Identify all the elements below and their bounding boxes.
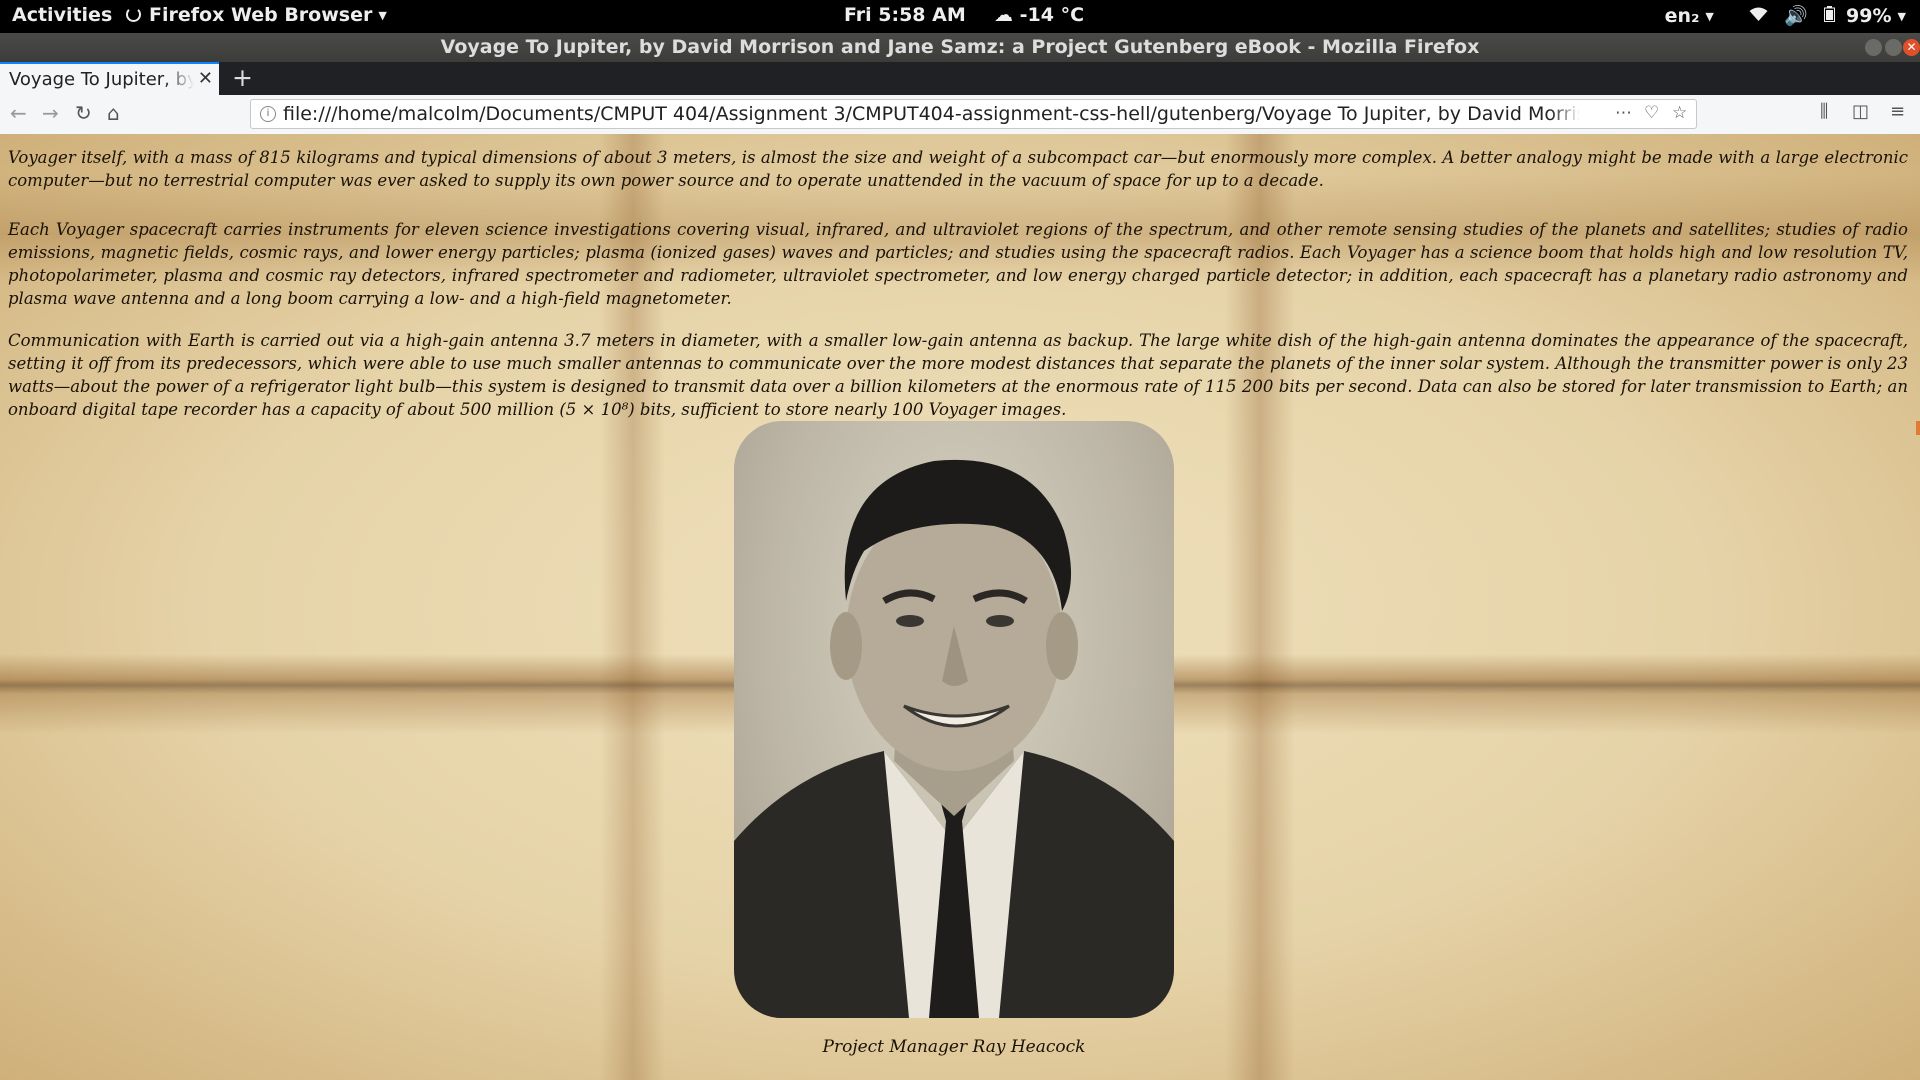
info-icon[interactable]: i (260, 106, 276, 122)
clock[interactable]: Fri 5:58 AM (844, 4, 966, 26)
window-title-bar[interactable]: Voyage To Jupiter, by David Morrison and… (0, 33, 1920, 62)
back-button[interactable]: ← (10, 101, 27, 125)
url-input[interactable]: file:///home/malcolm/Documents/CMPUT 404… (283, 103, 1580, 125)
library-icon[interactable]: ⫼ (1820, 101, 1828, 122)
scrollbar-thumb[interactable] (1916, 421, 1920, 435)
sidebar-icon[interactable]: ◫ (1852, 101, 1869, 122)
page-actions-icon[interactable]: ⋯ (1615, 103, 1632, 123)
menu-icon[interactable]: ≡ (1890, 101, 1905, 122)
article-paragraph: Voyager itself, with a mass of 815 kilog… (8, 147, 1908, 190)
url-bar[interactable]: i file:///home/malcolm/Documents/CMPUT 4… (250, 99, 1697, 129)
close-tab-icon[interactable]: ✕ (198, 68, 213, 89)
app-menu-label: Firefox Web Browser (149, 4, 373, 26)
home-icon[interactable]: ⌂ (107, 101, 120, 125)
reload-button[interactable]: ↻ (75, 101, 92, 125)
portrait-photo (734, 421, 1174, 1018)
forward-button[interactable]: → (42, 101, 59, 125)
maximize-button[interactable] (1885, 39, 1902, 56)
bookmark-star-icon[interactable]: ☆ (1672, 103, 1687, 123)
battery-icon[interactable] (1824, 5, 1842, 27)
chevron-down-icon: ▼ (1705, 10, 1714, 23)
navigation-toolbar: ← → ↻ ⌂ i file:///home/malcolm/Documents… (0, 95, 1920, 135)
battery-label: 99% (1846, 5, 1892, 27)
pocket-icon[interactable]: ♡ (1644, 103, 1659, 123)
tab-title: Voyage To Jupiter, by David Morrison and… (9, 69, 194, 90)
cloud-icon: ☁ (994, 4, 1013, 26)
status-tray: en₂ ▼ 🔊 99% ▼ (1645, 4, 1906, 27)
minimize-button[interactable] (1865, 39, 1882, 56)
weather-indicator[interactable]: ☁ -14 °C (994, 4, 1084, 26)
close-window-button[interactable]: ✕ (1903, 39, 1920, 56)
article-paragraph: Communication with Earth is carried out … (8, 330, 1908, 419)
article-paragraph: Each Voyager spacecraft carries instrume… (8, 219, 1908, 308)
weather-label: -14 °C (1019, 4, 1085, 26)
tab-active[interactable]: Voyage To Jupiter, by David Morrison and… (0, 62, 219, 95)
language-indicator[interactable]: en₂ ▼ (1655, 5, 1714, 27)
firefox-icon (126, 7, 141, 22)
photo-caption: Project Manager Ray Heacock (822, 1037, 1086, 1057)
volume-icon[interactable]: 🔊 (1784, 5, 1808, 27)
system-top-bar: Activities Firefox Web Browser ▼ Fri 5:58… (0, 0, 1920, 33)
activities-button[interactable]: Activities (12, 4, 112, 26)
wifi-icon[interactable] (1749, 5, 1775, 27)
chevron-down-icon: ▼ (378, 9, 387, 22)
chevron-down-icon[interactable]: ▼ (1898, 10, 1906, 23)
page-content: Voyager itself, with a mass of 815 kilog… (0, 134, 1920, 1080)
language-label: en₂ (1664, 5, 1700, 27)
tab-strip: Voyage To Jupiter, by David Morrison and… (0, 62, 1920, 95)
window-title: Voyage To Jupiter, by David Morrison and… (440, 36, 1480, 58)
new-tab-button[interactable]: + (232, 63, 253, 92)
app-menu[interactable]: Firefox Web Browser ▼ (126, 4, 387, 26)
